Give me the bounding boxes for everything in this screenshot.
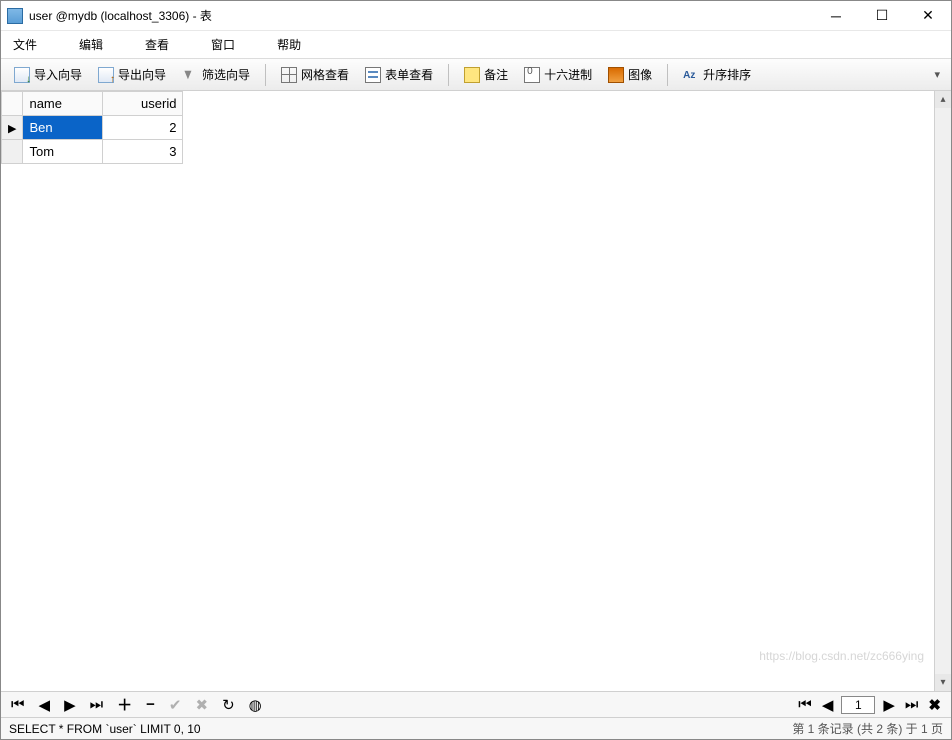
menu-help[interactable]: 帮助 bbox=[271, 32, 307, 57]
menu-file[interactable]: 文件 bbox=[7, 32, 43, 57]
sort-asc-button[interactable]: 升序排序 bbox=[676, 62, 758, 87]
hex-button[interactable]: 十六进制 bbox=[517, 62, 599, 87]
cell-userid[interactable]: 2 bbox=[103, 116, 183, 140]
next-page-button[interactable]: ▶ bbox=[881, 696, 897, 714]
row-indicator-header bbox=[2, 92, 23, 116]
row-indicator: ▶ bbox=[2, 116, 23, 140]
toolbar-separator bbox=[448, 64, 449, 86]
grid-view-button[interactable]: 网格查看 bbox=[274, 62, 356, 87]
form-icon bbox=[365, 67, 381, 83]
sort-icon bbox=[683, 67, 699, 83]
content-area: name userid ▶ Ben 2 Tom 3 https://blog.c… bbox=[1, 91, 951, 691]
status-bar: SELECT * FROM `user` LIMIT 0, 10 第 1 条记录… bbox=[1, 717, 951, 739]
sort-label: 升序排序 bbox=[703, 66, 751, 83]
menu-view[interactable]: 查看 bbox=[139, 32, 175, 57]
filter-icon bbox=[182, 67, 198, 83]
column-header-userid[interactable]: userid bbox=[103, 92, 183, 116]
export-icon bbox=[98, 67, 114, 83]
toolbar-overflow-button[interactable]: ▾ bbox=[929, 64, 945, 85]
last-record-button[interactable]: ⏭ bbox=[88, 696, 106, 713]
memo-label: 备注 bbox=[484, 66, 508, 83]
table-row[interactable]: ▶ Ben 2 bbox=[2, 116, 183, 140]
cell-name[interactable]: Tom bbox=[23, 140, 103, 164]
hex-icon bbox=[524, 67, 540, 83]
cell-name[interactable]: Ben bbox=[23, 116, 103, 140]
watermark: https://blog.csdn.net/zc666ying bbox=[759, 649, 924, 663]
toolbar: 导入向导 导出向导 筛选向导 网格查看 表单查看 备注 十六进制 图像 升序排序… bbox=[1, 59, 951, 91]
grid-view-label: 网格查看 bbox=[301, 66, 349, 83]
page-input[interactable] bbox=[841, 696, 875, 714]
prev-page-button[interactable]: ◀ bbox=[820, 696, 836, 714]
scroll-up-icon[interactable]: ▴ bbox=[935, 91, 951, 108]
image-button[interactable]: 图像 bbox=[601, 62, 659, 87]
first-record-button[interactable]: ⏮ bbox=[9, 696, 27, 713]
next-record-button[interactable]: ▶ bbox=[62, 696, 78, 714]
export-wizard-label: 导出向导 bbox=[118, 66, 166, 83]
note-icon bbox=[464, 67, 480, 83]
import-wizard-label: 导入向导 bbox=[34, 66, 82, 83]
cell-userid[interactable]: 3 bbox=[103, 140, 183, 164]
minimize-button[interactable]: ─ bbox=[813, 2, 859, 30]
form-view-button[interactable]: 表单查看 bbox=[358, 62, 440, 87]
window-title: user @mydb (localhost_3306) - 表 bbox=[29, 7, 813, 24]
table-row[interactable]: Tom 3 bbox=[2, 140, 183, 164]
app-icon bbox=[7, 8, 23, 24]
filter-wizard-button[interactable]: 筛选向导 bbox=[175, 62, 257, 87]
cancel-button[interactable]: ✖ bbox=[193, 696, 210, 714]
toolbar-separator bbox=[265, 64, 266, 86]
maximize-button[interactable]: ☐ bbox=[859, 2, 905, 30]
import-wizard-button[interactable]: 导入向导 bbox=[7, 62, 89, 87]
image-label: 图像 bbox=[628, 66, 652, 83]
data-grid[interactable]: name userid ▶ Ben 2 Tom 3 https://blog.c… bbox=[1, 91, 934, 691]
commit-button[interactable]: ✔ bbox=[167, 696, 184, 714]
memo-button[interactable]: 备注 bbox=[457, 62, 515, 87]
status-sql: SELECT * FROM `user` LIMIT 0, 10 bbox=[9, 722, 201, 736]
prev-record-button[interactable]: ◀ bbox=[37, 696, 53, 714]
last-page-button[interactable]: ⏭ bbox=[903, 696, 921, 713]
first-page-button[interactable]: ⏮ bbox=[796, 696, 814, 713]
abort-button[interactable]: ✖ bbox=[926, 696, 943, 714]
window-controls: ─ ☐ ✕ bbox=[813, 2, 951, 30]
close-button[interactable]: ✕ bbox=[905, 2, 951, 30]
grid-icon bbox=[281, 67, 297, 83]
export-wizard-button[interactable]: 导出向导 bbox=[91, 62, 173, 87]
column-header-name[interactable]: name bbox=[23, 92, 103, 116]
add-record-button[interactable]: ＋ bbox=[115, 694, 134, 715]
image-icon bbox=[608, 67, 624, 83]
hex-label: 十六进制 bbox=[544, 66, 592, 83]
vertical-scrollbar[interactable]: ▴ ▾ bbox=[934, 91, 951, 691]
filter-wizard-label: 筛选向导 bbox=[202, 66, 250, 83]
menu-bar: 文件 编辑 查看 窗口 帮助 bbox=[1, 31, 951, 59]
menu-edit[interactable]: 编辑 bbox=[73, 32, 109, 57]
menu-window[interactable]: 窗口 bbox=[205, 32, 241, 57]
form-view-label: 表单查看 bbox=[385, 66, 433, 83]
data-table: name userid ▶ Ben 2 Tom 3 bbox=[1, 91, 183, 164]
record-navigator: ⏮ ◀ ▶ ⏭ ＋ − ✔ ✖ ↻ ◍ ⏮ ◀ ▶ ⏭ ✖ bbox=[1, 691, 951, 717]
title-bar: user @mydb (localhost_3306) - 表 ─ ☐ ✕ bbox=[1, 1, 951, 31]
scroll-down-icon[interactable]: ▾ bbox=[935, 674, 951, 691]
import-icon bbox=[14, 67, 30, 83]
status-record-info: 第 1 条记录 (共 2 条) 于 1 页 bbox=[792, 720, 943, 737]
stop-button[interactable]: ◍ bbox=[247, 696, 264, 714]
refresh-button[interactable]: ↻ bbox=[220, 696, 237, 714]
delete-record-button[interactable]: − bbox=[144, 696, 157, 713]
row-indicator bbox=[2, 140, 23, 164]
toolbar-separator bbox=[667, 64, 668, 86]
